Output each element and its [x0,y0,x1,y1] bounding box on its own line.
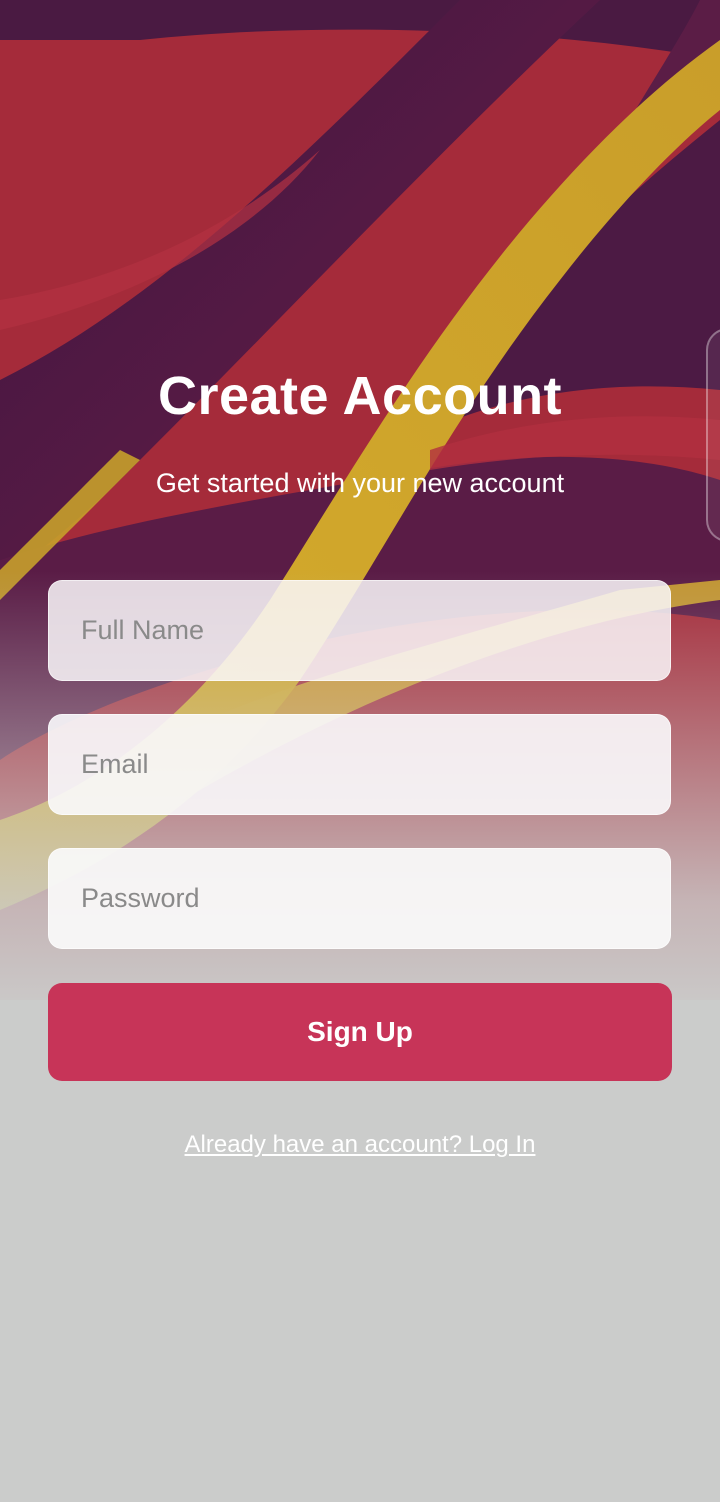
page-title: Create Account [157,366,563,426]
full-name-input[interactable] [48,580,671,681]
login-link[interactable]: Already have an account? Log In [0,1131,720,1159]
email-input[interactable] [48,714,671,815]
page-subtitle: Get started with your new account [155,468,565,498]
sign-up-button[interactable]: Sign Up [48,983,672,1081]
side-handle[interactable] [706,328,720,542]
password-input[interactable] [48,848,671,949]
